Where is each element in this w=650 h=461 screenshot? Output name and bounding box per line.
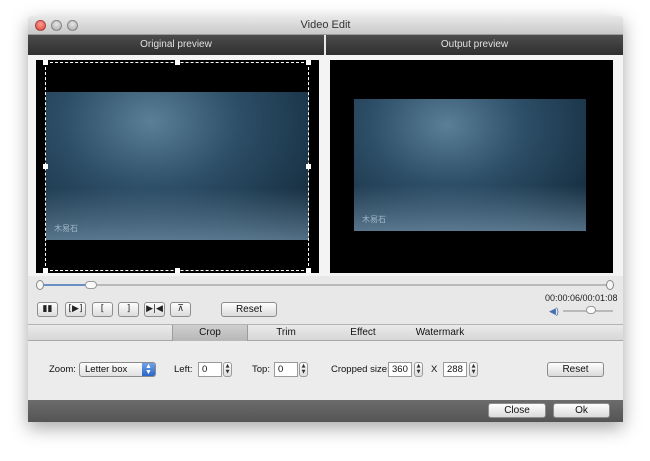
crop-handle-top[interactable] bbox=[175, 60, 180, 65]
tab-effect[interactable]: Effect bbox=[328, 325, 398, 341]
mark-out-button[interactable]: ] bbox=[118, 302, 139, 317]
volume-knob[interactable] bbox=[585, 306, 596, 314]
tab-crop[interactable]: Crop bbox=[172, 325, 248, 341]
next-frame-button[interactable]: [▶] bbox=[65, 302, 86, 317]
crop-handle-bottom-left[interactable] bbox=[43, 268, 48, 273]
crop-width-stepper[interactable]: ▲ ▼ bbox=[414, 362, 423, 377]
crop-height-input[interactable]: 288 bbox=[443, 362, 467, 377]
watermark-text: 木易石 bbox=[54, 224, 78, 233]
mark-out-icon: ] bbox=[126, 304, 131, 314]
size-separator: X bbox=[431, 364, 438, 375]
mark-in-icon: [ bbox=[100, 304, 105, 314]
step-button[interactable]: ▶|◀ bbox=[144, 302, 165, 317]
mark-in-button[interactable]: [ bbox=[92, 302, 113, 317]
watermark-text: 木易石 bbox=[362, 215, 386, 224]
left-label: Left: bbox=[174, 364, 193, 375]
timeline-playhead[interactable] bbox=[85, 281, 98, 289]
close-button[interactable]: Close bbox=[488, 403, 546, 418]
timeline-progress bbox=[40, 284, 92, 286]
preview-reset-button[interactable]: Reset bbox=[221, 302, 277, 317]
timeline-start-marker[interactable] bbox=[36, 280, 44, 290]
pause-button[interactable]: ▮▮ bbox=[37, 302, 58, 317]
original-preview-header: Original preview bbox=[28, 35, 324, 55]
timeline-slider[interactable] bbox=[36, 278, 614, 290]
timeline-track bbox=[40, 284, 610, 286]
playback-time: 00:00:06/00:01:08 bbox=[545, 293, 618, 303]
left-stepper[interactable]: ▲ ▼ bbox=[223, 362, 232, 377]
crop-handle-top-right[interactable] bbox=[306, 60, 311, 65]
zoom-value: Letter box bbox=[85, 364, 128, 375]
step-icon: ▶|◀ bbox=[146, 304, 163, 314]
output-preview-header: Output preview bbox=[326, 35, 623, 55]
top-stepper[interactable]: ▲ ▼ bbox=[299, 362, 308, 377]
video-edit-window: Video Edit Original preview Output previ… bbox=[28, 16, 623, 422]
crop-handle-bottom[interactable] bbox=[175, 268, 180, 273]
top-label: Top: bbox=[252, 364, 270, 375]
left-input[interactable]: 0 bbox=[198, 362, 222, 377]
crop-handle-top-left[interactable] bbox=[43, 60, 48, 65]
zoom-select[interactable]: Letter box ▲ ▼ bbox=[79, 362, 156, 377]
cropped-size-label: Cropped size: bbox=[331, 364, 390, 375]
crop-reset-button[interactable]: Reset bbox=[547, 362, 604, 377]
split-button[interactable]: ⊼ bbox=[170, 302, 191, 317]
crop-rectangle[interactable] bbox=[43, 60, 311, 273]
zoom-label: Zoom: bbox=[49, 364, 76, 375]
footer-bar: Close Ok bbox=[28, 400, 623, 422]
select-arrows-icon: ▲ ▼ bbox=[142, 363, 155, 376]
output-video-frame: 木易石 bbox=[354, 99, 586, 231]
top-input[interactable]: 0 bbox=[274, 362, 298, 377]
edit-tabs: Crop Trim Effect Watermark bbox=[28, 324, 623, 341]
crop-settings: Zoom: Letter box ▲ ▼ Left: 0 ▲ ▼ Top: 0 ▲ ▼… bbox=[28, 341, 623, 400]
speaker-icon[interactable]: ◀) bbox=[549, 306, 559, 317]
crop-handle-right[interactable] bbox=[306, 164, 311, 169]
split-icon: ⊼ bbox=[177, 304, 184, 314]
next-frame-icon: [▶] bbox=[68, 304, 83, 314]
crop-width-input[interactable]: 360 bbox=[388, 362, 412, 377]
window-title: Video Edit bbox=[300, 19, 351, 31]
tab-watermark[interactable]: Watermark bbox=[403, 325, 477, 341]
crop-handle-bottom-right[interactable] bbox=[306, 268, 311, 273]
ok-button[interactable]: Ok bbox=[553, 403, 610, 418]
crop-handle-left[interactable] bbox=[43, 164, 48, 169]
original-preview-pane: 木易石 bbox=[36, 60, 319, 273]
crop-height-stepper[interactable]: ▲ ▼ bbox=[469, 362, 478, 377]
title-bar: Video Edit bbox=[28, 16, 623, 35]
pause-icon: ▮▮ bbox=[42, 304, 53, 314]
output-preview-pane: 木易石 bbox=[330, 60, 613, 273]
preview-area: 木易石 木易石 bbox=[28, 55, 623, 276]
timeline-end-marker[interactable] bbox=[606, 280, 614, 290]
tab-trim[interactable]: Trim bbox=[252, 325, 320, 341]
